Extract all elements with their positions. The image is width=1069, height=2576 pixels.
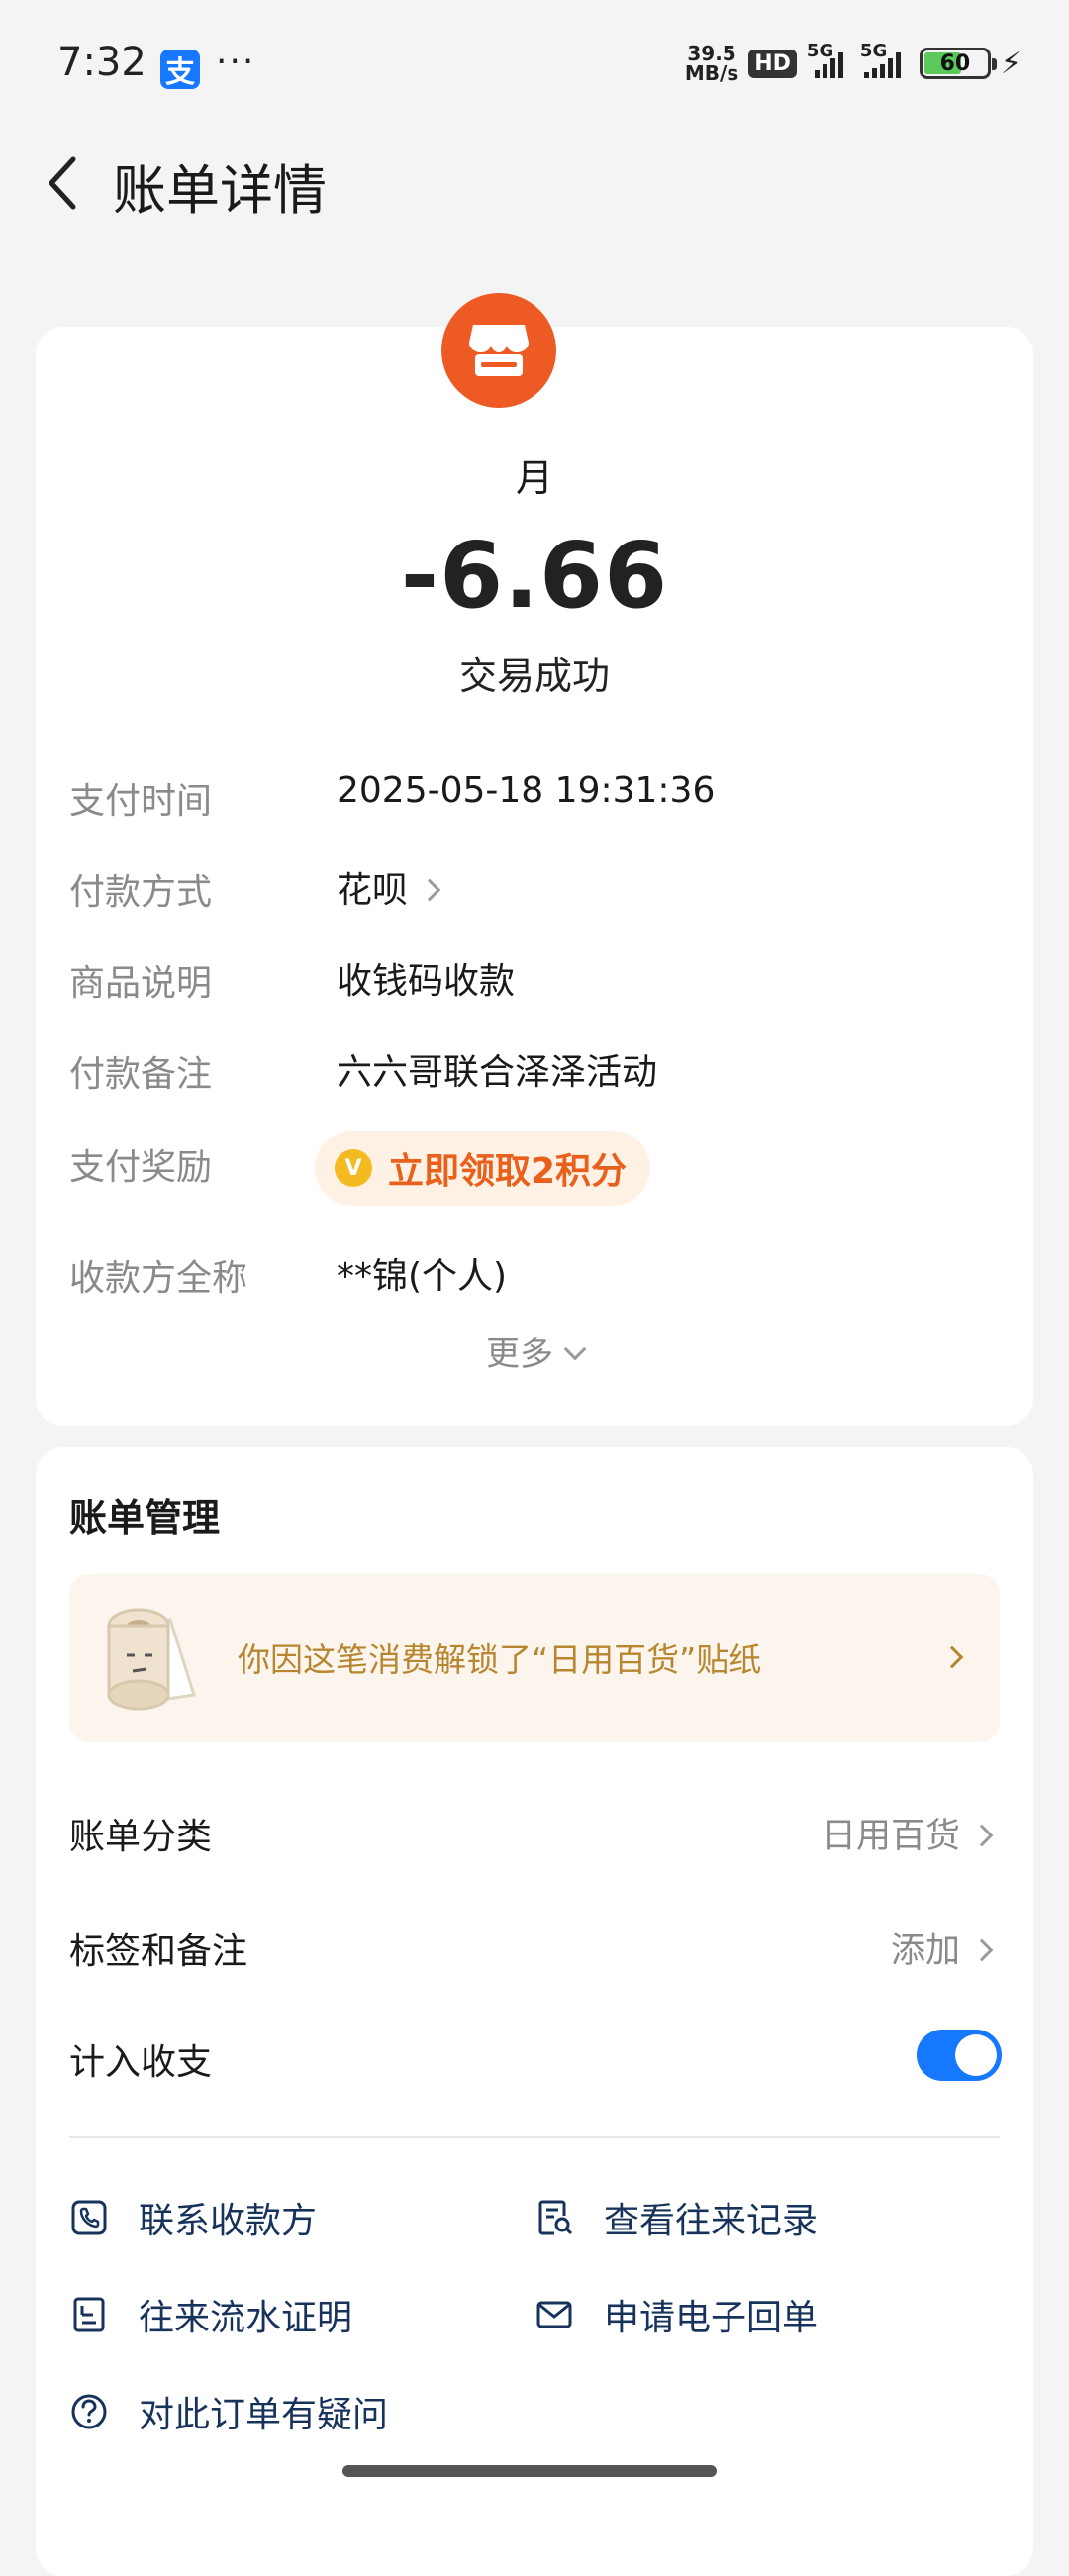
e-receipt-button[interactable]: 申请电子回单 xyxy=(534,2289,818,2340)
phone-contact-icon xyxy=(71,2200,107,2235)
home-indicator[interactable] xyxy=(342,2465,717,2477)
network-speed-unit: MB/s xyxy=(684,61,739,85)
more-notifications-icon: ··· xyxy=(216,42,256,82)
category-selector[interactable]: 日用百货 xyxy=(821,1808,994,1858)
merchant-store-icon xyxy=(441,293,556,408)
hd-icon: HD xyxy=(748,49,797,78)
transaction-proof-button[interactable]: 往来流水证明 xyxy=(69,2289,352,2340)
network-speed-value: 39.5 xyxy=(687,42,736,65)
contact-payee-label: 联系收款方 xyxy=(139,2201,318,2241)
order-question-label: 对此订单有疑问 xyxy=(139,2395,389,2435)
status-bar: 7:32 支 ··· 39.5 MB/s HD 5G 5G 60 ⚡ xyxy=(0,0,1069,139)
toggle-knob xyxy=(955,2034,997,2076)
tags-label: 标签和备注 xyxy=(69,1932,248,1972)
e-receipt-label: 申请电子回单 xyxy=(604,2298,819,2338)
payee-name-label: 收款方全称 xyxy=(69,1258,248,1299)
product-desc-value: 收钱码收款 xyxy=(337,961,516,1002)
pay-reward-label: 支付奖励 xyxy=(69,1147,213,1188)
order-question-button[interactable]: 对此订单有疑问 xyxy=(69,2386,388,2437)
pay-note-label: 付款备注 xyxy=(69,1054,213,1095)
more-label: 更多 xyxy=(486,1335,553,1374)
chevron-right-icon xyxy=(940,1645,964,1669)
network-type-label: 5G xyxy=(806,41,834,61)
pay-method-label: 付款方式 xyxy=(69,872,213,913)
tags-add-button[interactable]: 添加 xyxy=(890,1923,994,1973)
charging-icon: ⚡ xyxy=(1000,46,1021,81)
battery-level: 60 xyxy=(939,50,971,76)
category-label: 账单分类 xyxy=(69,1817,213,1857)
view-history-label: 查看往来记录 xyxy=(604,2201,819,2241)
divider xyxy=(69,2136,1000,2138)
category-value: 日用百货 xyxy=(821,1817,960,1856)
question-icon xyxy=(71,2394,107,2429)
tissue-roll-sticker-icon xyxy=(107,1608,196,1711)
chevron-right-icon xyxy=(418,878,441,902)
network-speed: 39.5 MB/s xyxy=(685,44,738,83)
include-label: 计入收支 xyxy=(69,2042,213,2083)
signal-icon: 5G xyxy=(860,41,910,78)
pay-time-label: 支付时间 xyxy=(69,781,213,822)
transaction-amount: -6.66 xyxy=(400,523,669,629)
alipay-notification-icon: 支 xyxy=(160,50,200,90)
battery-icon: 60 xyxy=(919,48,997,79)
merchant-name: 月 xyxy=(515,456,553,500)
tags-value: 添加 xyxy=(890,1932,960,1971)
search-records-icon xyxy=(538,2200,573,2235)
back-arrow-icon xyxy=(49,156,76,210)
transaction-status: 交易成功 xyxy=(458,654,610,698)
include-in-stats-toggle[interactable] xyxy=(917,2030,1002,2081)
mail-icon xyxy=(536,2301,572,2328)
chevron-down-icon xyxy=(563,1338,587,1361)
claim-points-label: 立即领取2积分 xyxy=(388,1151,628,1192)
more-button[interactable]: 更多 xyxy=(0,1327,1069,1375)
sticker-message: 你因这笔消费解锁了“日用百货”贴纸 xyxy=(238,1640,762,1679)
transaction-proof-label: 往来流水证明 xyxy=(139,2298,353,2338)
status-time: 7:32 xyxy=(57,40,146,85)
points-coin-icon: V xyxy=(335,1149,372,1187)
status-indicators: 39.5 MB/s HD 5G 5G 60 ⚡ xyxy=(685,41,1021,83)
view-history-button[interactable]: 查看往来记录 xyxy=(534,2192,818,2243)
product-desc-label: 商品说明 xyxy=(69,963,213,1004)
contact-payee-button[interactable]: 联系收款方 xyxy=(69,2192,317,2243)
pay-method-value: 花呗 xyxy=(337,870,409,911)
section-title: 账单管理 xyxy=(69,1496,221,1539)
sticker-banner[interactable]: 你因这笔消费解锁了“日用百货”贴纸 xyxy=(69,1574,1000,1742)
chevron-right-icon xyxy=(970,1824,994,1847)
chevron-right-icon xyxy=(970,1938,994,1962)
claim-points-button[interactable]: V 立即领取2积分 xyxy=(315,1131,651,1206)
pay-time-value: 2025-05-18 19:31:36 xyxy=(337,770,716,811)
document-icon xyxy=(73,2297,105,2332)
network-type-label: 5G xyxy=(859,41,888,61)
pay-method-link[interactable]: 花呗 xyxy=(337,861,441,913)
back-button[interactable] xyxy=(34,149,93,218)
signal-icon: 5G xyxy=(807,41,850,78)
payee-name-value: **锦(个人) xyxy=(337,1256,508,1297)
pay-note-value: 六六哥联合泽泽活动 xyxy=(337,1052,658,1093)
page-title: 账单详情 xyxy=(113,159,327,222)
